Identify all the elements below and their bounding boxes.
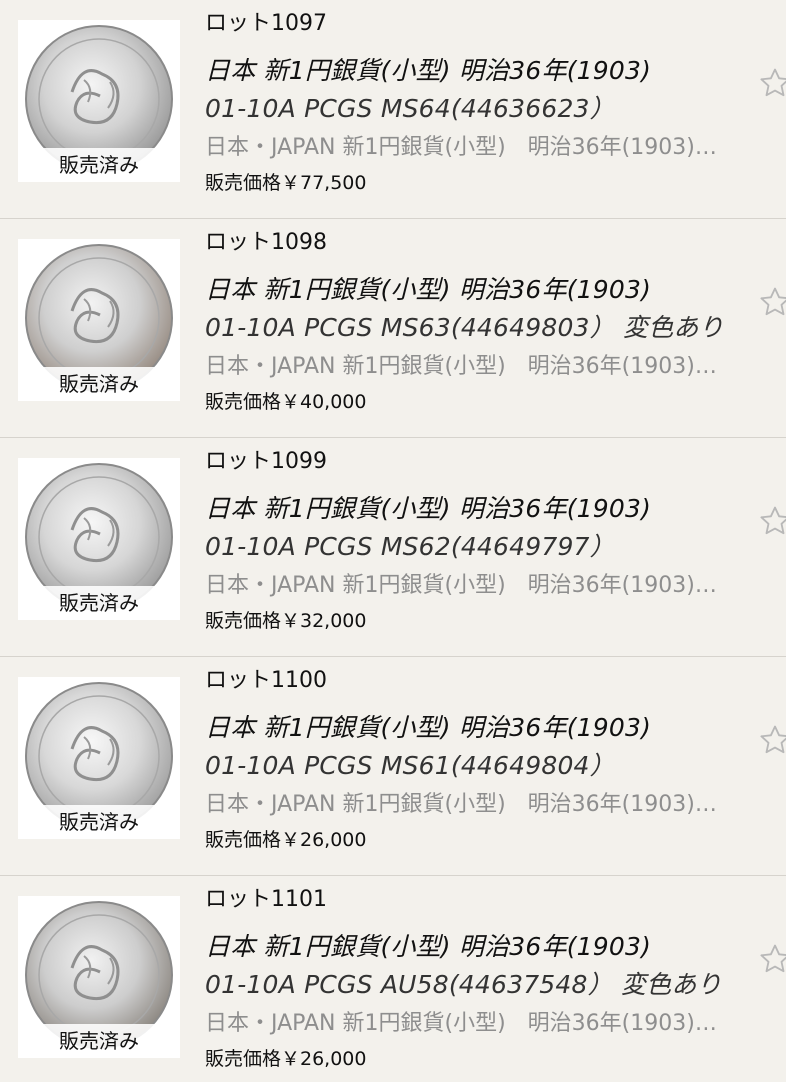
item-description: 日本・JAPAN 新1円銀貨(小型) 明治36年(1903)…	[205, 1011, 717, 1036]
star-outline-icon[interactable]	[758, 723, 786, 757]
coin-thumbnail[interactable]: 販売済み	[18, 677, 180, 839]
lot-number: ロット1097	[205, 11, 327, 36]
item-title[interactable]: 日本 新1円銀貨(小型) 明治36年(1903)	[205, 489, 651, 525]
sold-label: 販売済み	[18, 805, 180, 839]
lot-item[interactable]: 販売済み ロット1101 日本 新1円銀貨(小型) 明治36年(1903) 01…	[0, 876, 786, 1082]
lot-item[interactable]: 販売済み ロット1097 日本 新1円銀貨(小型) 明治36年(1903) 01…	[0, 0, 786, 219]
star-outline-icon[interactable]	[758, 285, 786, 319]
item-price: 販売価格￥40,000	[205, 391, 367, 413]
item-price: 販売価格￥77,500	[205, 172, 367, 194]
item-subtitle[interactable]: 01-10A PCGS MS61(44649804）	[205, 746, 615, 782]
star-outline-icon[interactable]	[758, 942, 786, 976]
star-outline-icon[interactable]	[758, 504, 786, 538]
sold-label: 販売済み	[18, 1024, 180, 1058]
lot-number: ロット1100	[205, 668, 327, 693]
item-subtitle[interactable]: 01-10A PCGS MS62(44649797）	[205, 527, 615, 563]
item-subtitle[interactable]: 01-10A PCGS MS64(44636623）	[205, 89, 615, 125]
coin-thumbnail[interactable]: 販売済み	[18, 20, 180, 182]
item-subtitle[interactable]: 01-10A PCGS MS63(44649803） 変色あり	[205, 308, 724, 344]
item-description: 日本・JAPAN 新1円銀貨(小型) 明治36年(1903)…	[205, 135, 717, 160]
lot-item[interactable]: 販売済み ロット1098 日本 新1円銀貨(小型) 明治36年(1903) 01…	[0, 219, 786, 438]
coin-thumbnail[interactable]: 販売済み	[18, 896, 180, 1058]
lot-item[interactable]: 販売済み ロット1100 日本 新1円銀貨(小型) 明治36年(1903) 01…	[0, 657, 786, 876]
coin-thumbnail[interactable]: 販売済み	[18, 458, 180, 620]
item-title[interactable]: 日本 新1円銀貨(小型) 明治36年(1903)	[205, 270, 651, 306]
sold-label: 販売済み	[18, 586, 180, 620]
item-price: 販売価格￥26,000	[205, 1048, 367, 1070]
item-price: 販売価格￥32,000	[205, 610, 367, 632]
sold-label: 販売済み	[18, 148, 180, 182]
star-outline-icon[interactable]	[758, 66, 786, 100]
lot-number: ロット1098	[205, 230, 327, 255]
sold-label: 販売済み	[18, 367, 180, 401]
item-title[interactable]: 日本 新1円銀貨(小型) 明治36年(1903)	[205, 51, 651, 87]
lot-list: 販売済み ロット1097 日本 新1円銀貨(小型) 明治36年(1903) 01…	[0, 0, 786, 1082]
item-title[interactable]: 日本 新1円銀貨(小型) 明治36年(1903)	[205, 927, 651, 963]
lot-item[interactable]: 販売済み ロット1099 日本 新1円銀貨(小型) 明治36年(1903) 01…	[0, 438, 786, 657]
item-subtitle[interactable]: 01-10A PCGS AU58(44637548） 変色あり	[205, 965, 722, 1001]
coin-thumbnail[interactable]: 販売済み	[18, 239, 180, 401]
lot-number: ロット1101	[205, 887, 327, 912]
item-description: 日本・JAPAN 新1円銀貨(小型) 明治36年(1903)…	[205, 573, 717, 598]
item-title[interactable]: 日本 新1円銀貨(小型) 明治36年(1903)	[205, 708, 651, 744]
item-description: 日本・JAPAN 新1円銀貨(小型) 明治36年(1903)…	[205, 792, 717, 817]
item-description: 日本・JAPAN 新1円銀貨(小型) 明治36年(1903)…	[205, 354, 717, 379]
lot-number: ロット1099	[205, 449, 327, 474]
item-price: 販売価格￥26,000	[205, 829, 367, 851]
